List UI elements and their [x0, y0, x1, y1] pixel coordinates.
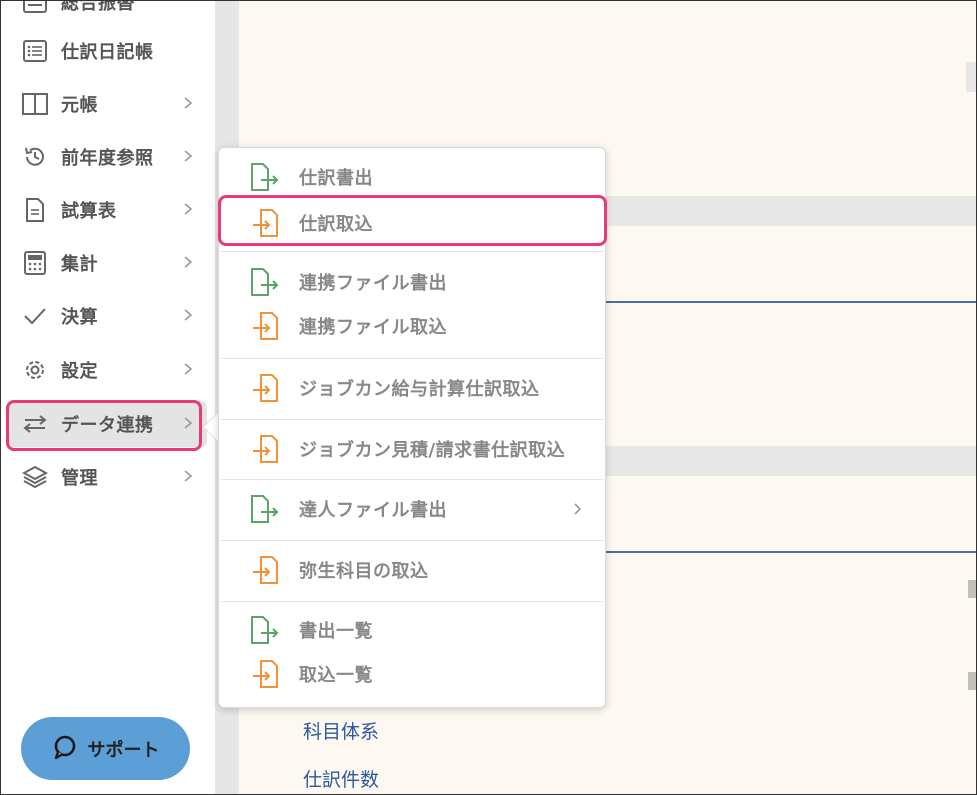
screenshot-border: [0, 0, 977, 795]
